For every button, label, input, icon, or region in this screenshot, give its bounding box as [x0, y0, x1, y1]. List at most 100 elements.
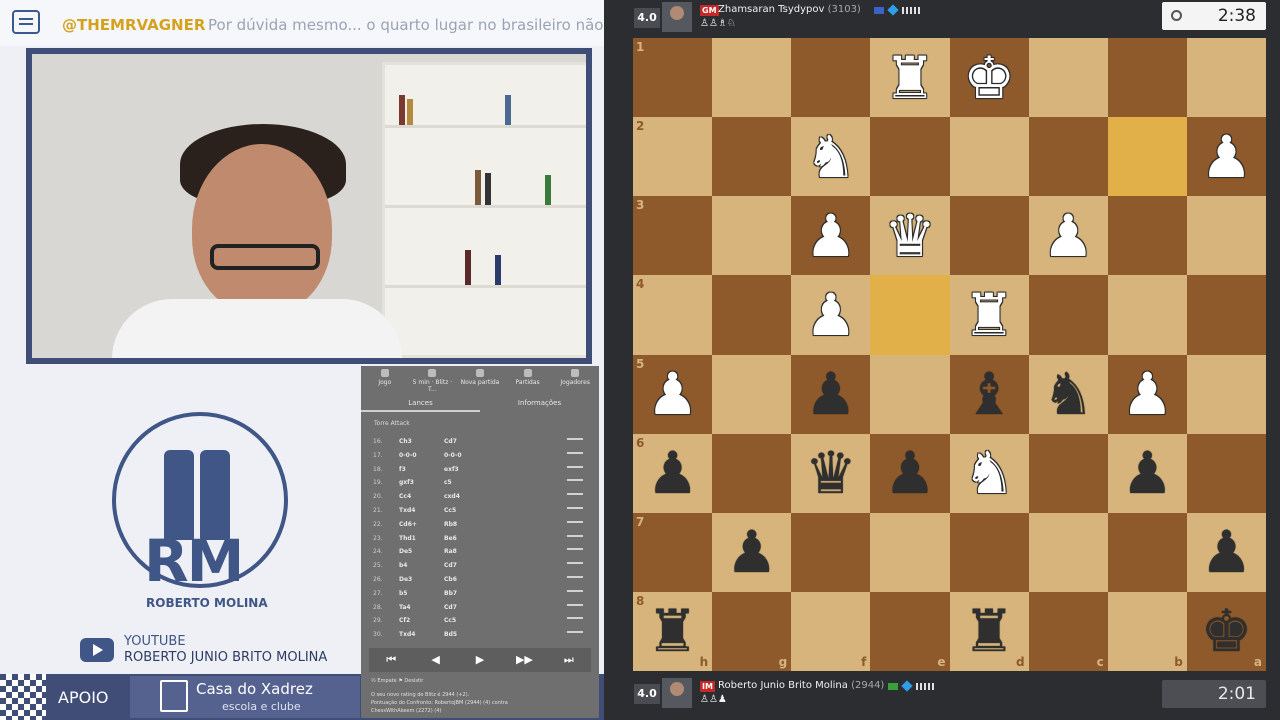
square-e8[interactable]: e	[870, 591, 950, 671]
square-b8[interactable]: b	[1107, 591, 1187, 671]
square-e4[interactable]	[870, 275, 950, 355]
white-rook-icon[interactable]: ♜	[870, 38, 949, 117]
square-g2[interactable]	[712, 117, 792, 197]
black-pawn-icon[interactable]: ♟	[1187, 513, 1266, 592]
black-pawn-icon[interactable]: ♟	[633, 434, 712, 513]
tab-info[interactable]: Informações	[480, 394, 599, 412]
square-f1[interactable]	[791, 38, 871, 118]
move-row[interactable]: 18. f3 exf3	[369, 462, 595, 476]
black-move[interactable]: c5	[444, 479, 452, 486]
white-pawn-icon[interactable]: ♟	[1029, 196, 1108, 275]
square-a6[interactable]	[1186, 433, 1266, 513]
white-knight-icon[interactable]: ♞	[950, 434, 1029, 513]
black-move[interactable]: Cb6	[444, 576, 457, 583]
square-h8[interactable]: 8 h ♜	[633, 591, 713, 671]
square-f2[interactable]: ♞	[791, 117, 871, 197]
last-move-button[interactable]: ⏭	[547, 648, 591, 672]
black-bishop-icon[interactable]: ♝	[950, 355, 1029, 434]
black-move[interactable]: 0-0-0	[444, 452, 462, 459]
white-move[interactable]: De5	[399, 548, 412, 555]
square-f3[interactable]: ♟	[791, 196, 871, 276]
square-c3[interactable]: ♟	[1028, 196, 1108, 276]
square-c1[interactable]	[1028, 38, 1108, 118]
square-b4[interactable]	[1107, 275, 1187, 355]
square-a4[interactable]	[1186, 275, 1266, 355]
tab-new-game[interactable]: Nova partida	[456, 366, 504, 390]
square-a2[interactable]: ♟	[1186, 117, 1266, 197]
white-move[interactable]: Txd4	[399, 631, 415, 638]
black-pawn-icon[interactable]: ♟	[791, 355, 870, 434]
square-g3[interactable]	[712, 196, 792, 276]
square-e5[interactable]	[870, 354, 950, 434]
square-g4[interactable]	[712, 275, 792, 355]
black-rook-icon[interactable]: ♜	[633, 592, 712, 671]
square-b1[interactable]	[1107, 38, 1187, 118]
square-f8[interactable]: f	[791, 591, 871, 671]
move-row[interactable]: 22. Cd6+ Rb8	[369, 517, 595, 531]
black-queen-icon[interactable]: ♛	[791, 434, 870, 513]
white-move[interactable]: gxf3	[399, 479, 414, 486]
square-g5[interactable]	[712, 354, 792, 434]
move-row[interactable]: 23. Thd1 Be6	[369, 531, 595, 545]
square-b6[interactable]: ♟	[1107, 433, 1187, 513]
square-a7[interactable]: ♟	[1186, 512, 1266, 592]
player-name[interactable]: Zhamsaran Tsydypov (3103)	[718, 4, 861, 15]
square-e3[interactable]: ♛	[870, 196, 950, 276]
square-d8[interactable]: d ♜	[949, 591, 1029, 671]
white-pawn-icon[interactable]: ♟	[791, 196, 870, 275]
black-rook-icon[interactable]: ♜	[950, 592, 1029, 671]
white-rook-icon[interactable]: ♜	[950, 275, 1029, 354]
move-row[interactable]: 28. Ta4 Cd7	[369, 600, 595, 614]
black-move[interactable]: Ra8	[444, 548, 457, 555]
move-row[interactable]: 21. Txd4 Cc5	[369, 503, 595, 517]
black-pawn-icon[interactable]: ♟	[870, 434, 949, 513]
black-move[interactable]: Bb7	[444, 590, 457, 597]
black-move[interactable]: Cd7	[444, 438, 457, 445]
square-h7[interactable]: 7	[633, 512, 713, 592]
white-move[interactable]: b4	[399, 562, 407, 569]
square-h3[interactable]: 3	[633, 196, 713, 276]
square-h6[interactable]: 6 ♟	[633, 433, 713, 513]
move-row[interactable]: 26. De3 Cb6	[369, 572, 595, 586]
black-pawn-icon[interactable]: ♟	[1108, 434, 1187, 513]
square-c5[interactable]: ♞	[1028, 354, 1108, 434]
tab-jogo[interactable]: Jogo	[361, 366, 409, 390]
move-row[interactable]: 16. Ch3 Cd7	[369, 434, 595, 448]
square-b2[interactable]	[1107, 117, 1187, 197]
square-a1[interactable]	[1186, 38, 1266, 118]
white-move[interactable]: De3	[399, 576, 412, 583]
square-e2[interactable]	[870, 117, 950, 197]
white-king-icon[interactable]: ♚	[950, 38, 1029, 117]
black-king-icon[interactable]: ♚	[1187, 592, 1266, 671]
square-g1[interactable]	[712, 38, 792, 118]
square-g7[interactable]: ♟	[712, 512, 792, 592]
white-move[interactable]: f3	[399, 466, 406, 473]
square-d2[interactable]	[949, 117, 1029, 197]
square-b3[interactable]	[1107, 196, 1187, 276]
square-g6[interactable]	[712, 433, 792, 513]
square-a8[interactable]: a ♚	[1186, 591, 1266, 671]
tab-moves[interactable]: Lances	[361, 394, 480, 412]
move-row[interactable]: 29. Cf2 Cc5	[369, 613, 595, 627]
move-row[interactable]: 25. b4 Cd7	[369, 558, 595, 572]
white-pawn-icon[interactable]: ♟	[633, 355, 712, 434]
square-d1[interactable]: ♚	[949, 38, 1029, 118]
white-move[interactable]: Cc4	[399, 493, 411, 500]
square-c2[interactable]	[1028, 117, 1108, 197]
black-move[interactable]: cxd4	[444, 493, 460, 500]
square-d7[interactable]	[949, 512, 1029, 592]
square-c6[interactable]	[1028, 433, 1108, 513]
chess-board[interactable]: 1 ♜ ♚ 2 ♞ ♟ 3 ♟ ♛ ♟ 4 ♟ ♜ 5 ♟ ♟ ♝ ♞ ♟ 6 ♟ ♛ ♟ ♞ ♟ 7 ♟ ♟ 8 h ♜ g f e d ♜ c b a ♚	[633, 38, 1266, 671]
white-move[interactable]: Cf2	[399, 617, 410, 624]
tab-games[interactable]: Partidas	[504, 366, 552, 390]
square-d4[interactable]: ♜	[949, 275, 1029, 355]
black-move[interactable]: Cc5	[444, 617, 456, 624]
move-row[interactable]: 24. De5 Ra8	[369, 544, 595, 558]
square-a5[interactable]	[1186, 354, 1266, 434]
white-pawn-icon[interactable]: ♟	[791, 275, 870, 354]
square-e6[interactable]: ♟	[870, 433, 950, 513]
square-c4[interactable]	[1028, 275, 1108, 355]
black-move[interactable]: exf3	[444, 466, 459, 473]
white-move[interactable]: Ta4	[399, 604, 411, 611]
square-c8[interactable]: c	[1028, 591, 1108, 671]
